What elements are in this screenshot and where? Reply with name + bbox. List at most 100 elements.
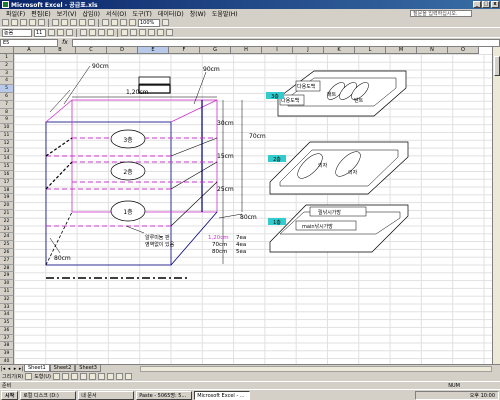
row-header[interactable]: 15 <box>0 163 14 171</box>
new-icon[interactable] <box>2 19 9 26</box>
paste-icon[interactable] <box>70 19 77 26</box>
fill-color-icon[interactable] <box>106 373 114 380</box>
bold-icon[interactable] <box>48 29 55 36</box>
sum-icon[interactable] <box>102 19 109 26</box>
column-header[interactable]: O <box>448 47 479 54</box>
row-header[interactable]: 32 <box>0 295 14 304</box>
text-box[interactable] <box>138 76 171 85</box>
row-header[interactable]: 29 <box>0 272 14 281</box>
font-color-icon[interactable] <box>124 373 132 380</box>
close-button[interactable]: x <box>491 1 499 8</box>
row-header[interactable]: 10 <box>0 124 14 132</box>
taskbar-item[interactable]: Paste - 5065명: 5... <box>136 390 193 400</box>
sort-asc-icon[interactable] <box>111 19 118 26</box>
column-header[interactable]: B <box>45 47 76 54</box>
row-header[interactable]: 9 <box>0 116 14 125</box>
tab-sheet3[interactable]: Sheet3 <box>75 365 101 372</box>
row-header[interactable]: 20 <box>0 202 14 210</box>
column-header[interactable]: L <box>355 47 386 54</box>
row-header[interactable]: 34 <box>0 311 14 320</box>
row-header[interactable]: 3 <box>0 69 14 78</box>
border-icon[interactable] <box>148 29 155 36</box>
tab-sheet2[interactable]: Sheet2 <box>49 365 76 372</box>
column-header[interactable]: D <box>107 47 138 54</box>
cut-icon[interactable] <box>52 19 59 26</box>
autoshape-menu[interactable]: 도형(U) <box>34 373 51 380</box>
arrow-icon[interactable] <box>61 373 69 380</box>
row-header[interactable]: 4 <box>0 77 14 86</box>
undo-icon[interactable] <box>79 19 86 26</box>
row-header[interactable]: 38 <box>0 342 14 351</box>
row-header[interactable]: 16 <box>0 170 14 179</box>
currency-icon[interactable] <box>121 29 128 36</box>
row-header[interactable]: 27 <box>0 256 14 265</box>
taskbar-item[interactable]: 로컬 디스크 (D:) <box>20 390 77 400</box>
menu-tools[interactable]: 도구(T) <box>129 9 154 18</box>
row-header[interactable]: 35 <box>0 319 14 327</box>
align-right-icon[interactable] <box>98 29 105 36</box>
line-color-icon[interactable] <box>115 373 123 380</box>
drawing-icon[interactable] <box>129 19 136 26</box>
row-header[interactable]: 19 <box>0 194 14 203</box>
wordart-icon[interactable] <box>97 373 105 380</box>
row-header[interactable]: 22 <box>0 217 14 226</box>
row-header[interactable]: 30 <box>0 280 14 288</box>
rectangle-icon[interactable] <box>70 373 78 380</box>
maximize-button[interactable]: □ <box>482 1 490 8</box>
oval-icon[interactable] <box>79 373 87 380</box>
menu-format[interactable]: 서식(O) <box>103 9 129 18</box>
menu-help[interactable]: 도움말(H) <box>209 9 241 18</box>
align-center-icon[interactable] <box>89 29 96 36</box>
row-header[interactable]: 21 <box>0 209 14 218</box>
minimize-button[interactable]: _ <box>473 1 481 8</box>
help-search-input[interactable]: 질문을 입력하십시오. <box>410 10 472 17</box>
row-header[interactable]: 5 <box>0 85 14 93</box>
select-all-corner[interactable] <box>0 47 14 54</box>
row-header[interactable]: 23 <box>0 225 14 234</box>
column-header[interactable]: M <box>386 47 417 54</box>
row-header[interactable]: 25 <box>0 241 14 249</box>
row-header[interactable]: 17 <box>0 178 14 187</box>
row-header[interactable]: 39 <box>0 350 14 359</box>
preview-icon[interactable] <box>38 19 45 26</box>
start-button[interactable]: 시작 <box>1 390 19 400</box>
chart-wizard-icon[interactable] <box>120 19 127 26</box>
menu-insert[interactable]: 삽입(I) <box>80 9 104 18</box>
row-header[interactable]: 2 <box>0 61 14 70</box>
worksheet[interactable]: A B C D E F G H I J K L M N O 1234567891… <box>0 47 492 364</box>
column-header[interactable]: H <box>231 47 262 54</box>
row-header[interactable]: 8 <box>0 108 14 117</box>
comma-icon[interactable] <box>139 29 146 36</box>
column-header[interactable]: A <box>14 47 45 54</box>
merge-center-icon[interactable] <box>107 29 114 36</box>
row-header[interactable]: 18 <box>0 186 14 195</box>
print-icon[interactable] <box>29 19 36 26</box>
taskbar-item-excel[interactable]: Microsoft Excel - ... <box>194 390 251 400</box>
redo-icon[interactable] <box>88 19 95 26</box>
row-header[interactable]: 33 <box>0 303 14 312</box>
textbox-icon[interactable] <box>88 373 96 380</box>
menu-file[interactable]: 파일(F) <box>3 9 28 18</box>
fx-icon[interactable]: fx <box>60 39 70 46</box>
column-header[interactable]: F <box>169 47 200 54</box>
column-header[interactable]: K <box>324 47 355 54</box>
italic-icon[interactable] <box>57 29 64 36</box>
row-header[interactable]: 24 <box>0 233 14 242</box>
column-header[interactable]: J <box>293 47 324 54</box>
scroll-thumb[interactable] <box>494 56 500 76</box>
row-header[interactable]: 36 <box>0 326 14 335</box>
row-header[interactable]: 37 <box>0 334 14 343</box>
row-header[interactable]: 14 <box>0 155 14 164</box>
row-header[interactable]: 7 <box>0 100 14 109</box>
row-header[interactable]: 6 <box>0 92 14 101</box>
menu-edit[interactable]: 편집(E) <box>28 9 54 18</box>
column-header[interactable]: C <box>76 47 107 54</box>
column-header[interactable]: I <box>262 47 293 54</box>
help-icon[interactable] <box>162 19 169 26</box>
fill-color-icon[interactable] <box>157 29 164 36</box>
vertical-scrollbar[interactable] <box>492 47 500 364</box>
line-icon[interactable] <box>52 373 60 380</box>
font-size-select[interactable]: 11 <box>34 28 46 37</box>
row-header[interactable]: 13 <box>0 147 14 156</box>
font-color-icon[interactable] <box>166 29 173 36</box>
